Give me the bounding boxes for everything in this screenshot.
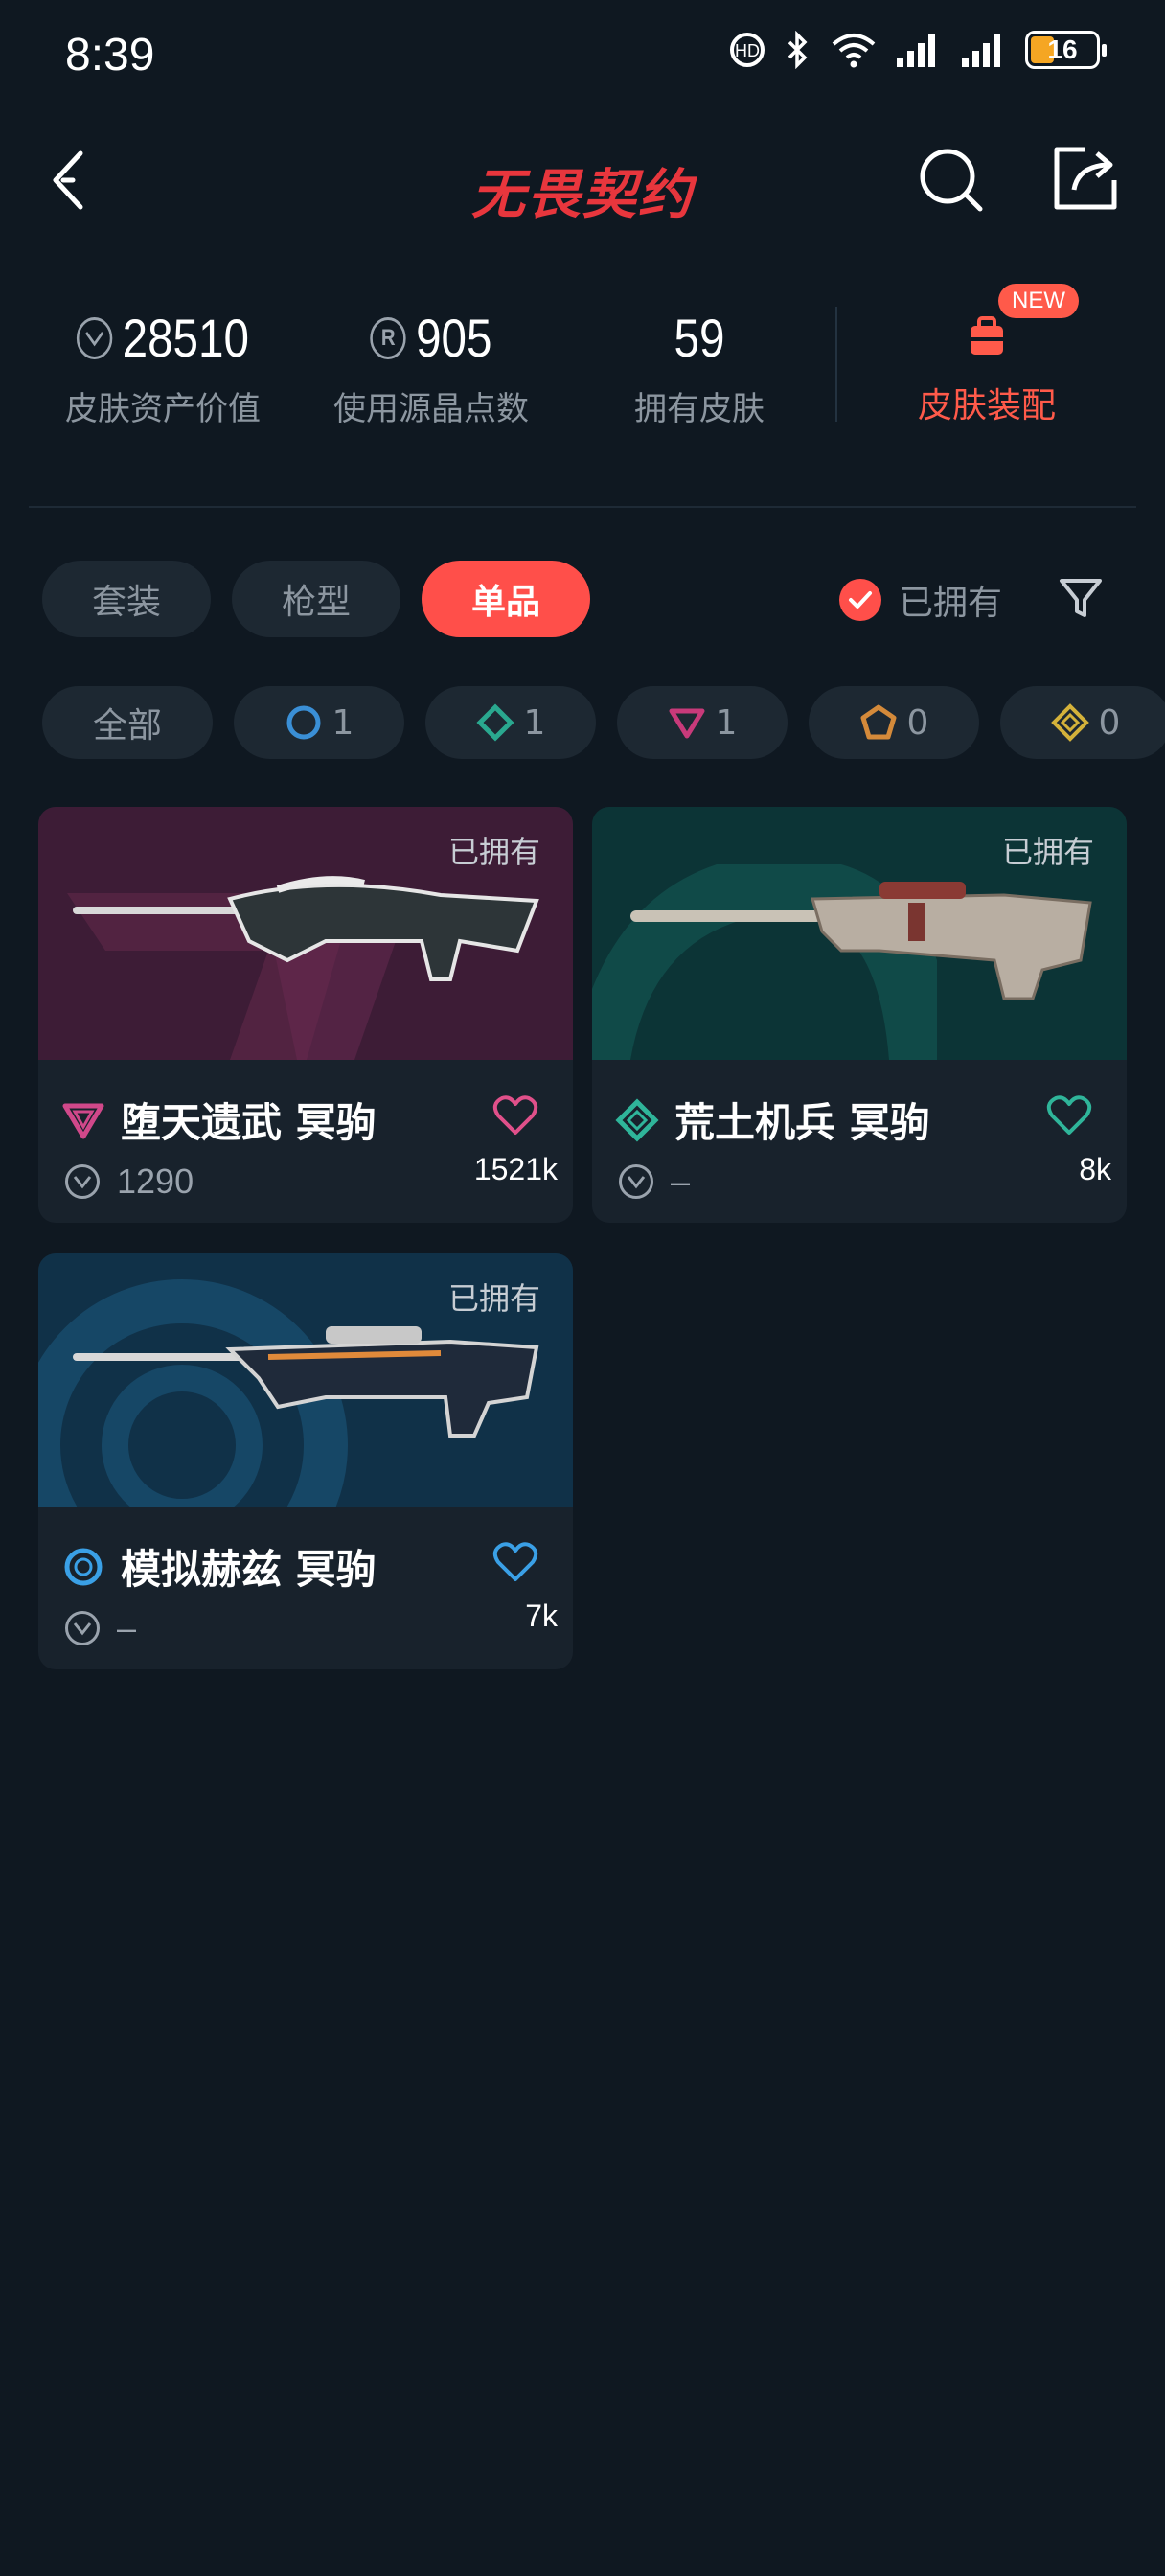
svg-text:HD: HD <box>735 41 760 60</box>
page-title: 无畏契约 <box>471 164 694 226</box>
radianite-label: 使用源晶点数 <box>333 390 529 428</box>
owned-filter-label: 已拥有 <box>899 584 1003 623</box>
asset-value-number: 28510 <box>122 308 249 368</box>
tab-single-item[interactable]: 单品 <box>422 561 591 637</box>
battery-icon: 16 <box>1025 31 1107 69</box>
stat-radianite[interactable]: R 905 使用源晶点数 <box>316 307 546 429</box>
premium-tier-icon <box>669 708 705 739</box>
skin-name: 堕天遗武 冥驹 <box>121 1099 377 1146</box>
tab-bundle[interactable]: 套装 <box>42 561 212 637</box>
deluxe-tier-icon <box>476 703 514 742</box>
check-icon <box>839 579 881 621</box>
owned-label: 已拥有 <box>1001 834 1094 870</box>
signal-icon <box>897 34 935 67</box>
like-count: 8k <box>1079 1152 1111 1186</box>
status-bar: 8:39 HD 16 <box>0 0 1165 115</box>
stat-asset-value[interactable]: 28510 皮肤资产价值 <box>48 307 278 429</box>
skin-price: – <box>671 1162 691 1201</box>
share-icon[interactable] <box>1049 142 1122 215</box>
status-time: 8:39 <box>65 30 155 80</box>
radianite-number: 905 <box>416 308 492 368</box>
exclusive-tier-icon <box>860 704 897 740</box>
owned-skins-number: 59 <box>674 308 725 368</box>
deluxe-tier-icon <box>615 1097 659 1142</box>
like-count: 7k <box>525 1598 558 1633</box>
like-count: 1521k <box>473 1152 558 1186</box>
hd-call-icon: HD <box>730 33 765 67</box>
battery-level: 16 <box>1047 34 1078 64</box>
vp-icon <box>77 316 113 359</box>
radianite-icon: R <box>370 316 406 359</box>
bluetooth-icon <box>788 31 808 69</box>
status-icons: HD 16 <box>728 31 1107 69</box>
skin-price: – <box>117 1608 137 1647</box>
category-tabs: 套装 枪型 单品 <box>42 561 591 637</box>
signal-icon-2 <box>962 34 1000 67</box>
filter-icon[interactable] <box>1056 573 1106 623</box>
rarity-filter-chips: 全部 1 1 1 0 0 <box>42 686 1165 759</box>
heart-icon[interactable] <box>492 1094 538 1137</box>
wifi-icon <box>832 34 876 68</box>
vp-icon <box>65 1164 100 1199</box>
stat-owned-skins[interactable]: 59 拥有皮肤 <box>594 307 805 429</box>
chip-exclusive-tier[interactable]: 0 <box>809 686 979 759</box>
select-tier-icon <box>286 705 321 740</box>
heart-icon[interactable] <box>492 1541 538 1583</box>
chip-select-tier[interactable]: 1 <box>234 686 404 759</box>
premium-tier-icon <box>62 1103 104 1138</box>
search-icon[interactable] <box>915 144 988 217</box>
skin-price: 1290 <box>117 1162 194 1201</box>
app-header: 无畏契约 <box>0 134 1165 240</box>
skin-equip-button[interactable]: NEW 皮肤装配 <box>881 284 1092 427</box>
section-divider <box>29 506 1136 508</box>
skin-card[interactable]: 已拥有 堕天遗武 冥驹 1290 1521k <box>38 807 573 1223</box>
select-tier-icon <box>64 1548 103 1585</box>
ultra-tier-icon <box>1050 703 1089 742</box>
owned-label: 已拥有 <box>447 1280 540 1317</box>
stats-divider <box>835 307 837 422</box>
owned-skins-label: 拥有皮肤 <box>634 390 765 428</box>
new-badge: NEW <box>998 284 1079 318</box>
owned-filter-toggle[interactable]: 已拥有 <box>839 575 1002 625</box>
tab-weapon-type[interactable]: 枪型 <box>232 561 401 637</box>
asset-value-label: 皮肤资产价值 <box>65 390 261 428</box>
chip-premium-tier[interactable]: 1 <box>617 686 788 759</box>
stats-panel: 28510 皮肤资产价值 R 905 使用源晶点数 59 拥有皮肤 NEW 皮肤… <box>0 284 1165 460</box>
owned-label: 已拥有 <box>447 834 540 870</box>
skin-equip-label: 皮肤装配 <box>917 386 1056 426</box>
skin-name: 模拟赫兹 冥驹 <box>121 1546 377 1593</box>
heart-icon[interactable] <box>1046 1094 1092 1137</box>
chip-ultra-tier[interactable]: 0 <box>1000 686 1165 759</box>
backpack-icon <box>971 316 1003 355</box>
chip-all[interactable]: 全部 <box>42 686 213 759</box>
vp-icon <box>619 1164 653 1199</box>
skin-name: 荒土机兵 冥驹 <box>674 1099 930 1146</box>
chip-deluxe-tier[interactable]: 1 <box>425 686 596 759</box>
skin-card[interactable]: 已拥有 荒土机兵 冥驹 – 8k <box>592 807 1127 1223</box>
vp-icon <box>65 1611 100 1645</box>
skin-card[interactable]: 已拥有 模拟赫兹 冥驹 – 7k <box>38 1254 573 1669</box>
